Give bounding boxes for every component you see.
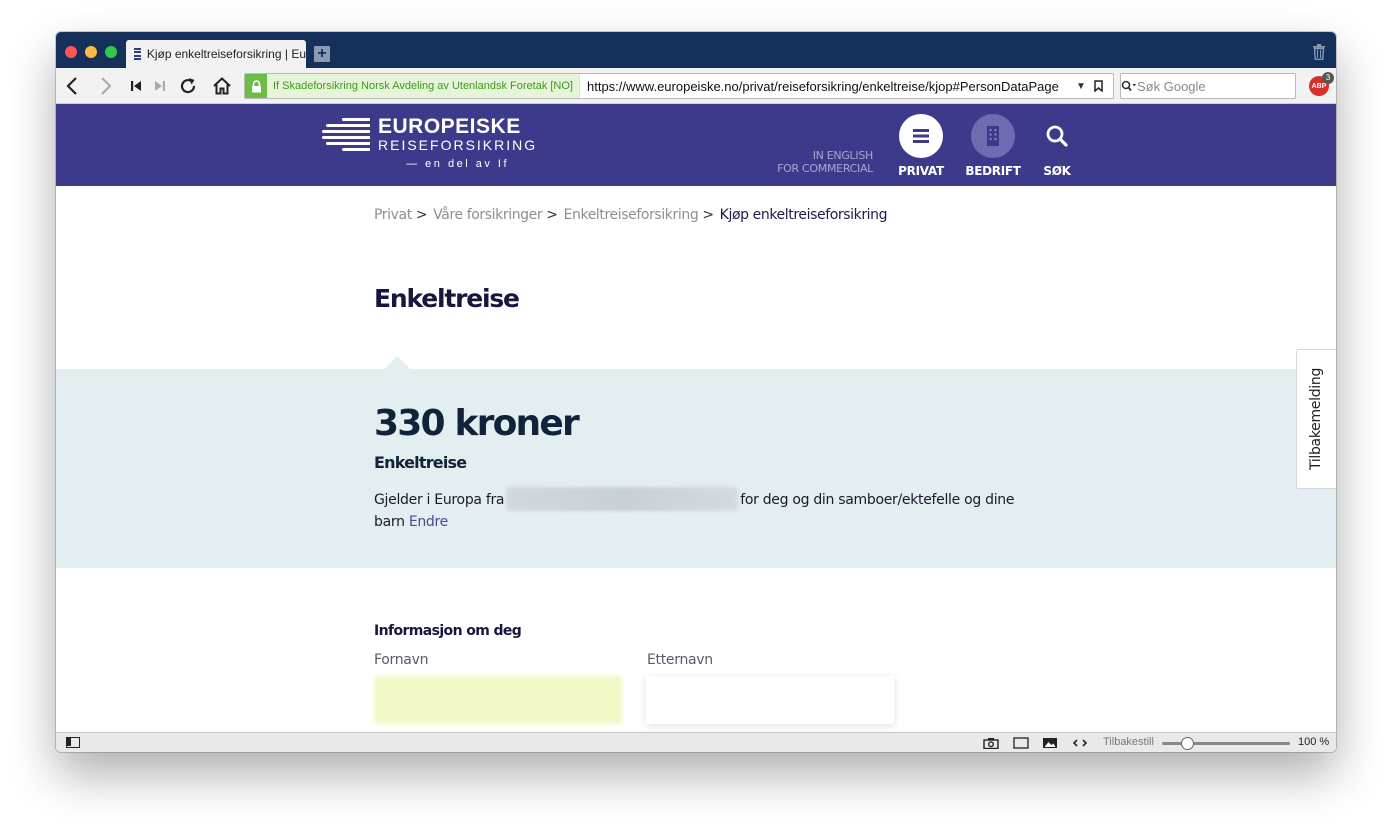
nav-sok[interactable]: SØK — [1027, 114, 1087, 178]
redacted-dates — [506, 487, 739, 511]
last-name-field[interactable] — [646, 676, 894, 724]
close-window-button[interactable] — [65, 46, 77, 58]
price-summary-pointer — [384, 356, 410, 369]
address-bar: If Skadeforsikring Norsk Avdeling av Ute… — [56, 68, 1336, 104]
zoom-level: 100 % — [1298, 736, 1330, 748]
status-bar: Tilbakestill 100 % — [56, 732, 1336, 752]
lock-icon — [245, 74, 267, 98]
forward-button[interactable] — [95, 75, 117, 97]
nav-bedrift[interactable]: BEDRIFT — [963, 114, 1023, 178]
image-icon[interactable] — [1042, 736, 1058, 749]
zoom-window-button[interactable] — [105, 46, 117, 58]
breadcrumb-vare-forsikringer[interactable]: Våre forsikringer — [433, 207, 543, 223]
url-dropdown-icon[interactable]: ▼ — [1073, 81, 1089, 92]
trash-icon[interactable] — [1312, 44, 1326, 61]
zoom-slider-thumb[interactable] — [1181, 737, 1195, 750]
panel-toggle-icon[interactable] — [66, 737, 80, 748]
search-engine-icon[interactable] — [1121, 80, 1137, 92]
nav-privat[interactable]: PRIVAT — [891, 114, 951, 178]
tab-title: Kjøp enkeltreiseforsikring | Eu — [146, 47, 306, 61]
zoom-slider[interactable] — [1162, 737, 1290, 750]
breadcrumb-privat[interactable]: Privat — [374, 207, 412, 223]
certificate-label[interactable]: If Skadeforsikring Norsk Avdeling av Ute… — [267, 74, 580, 98]
price-amount: 330 kroner — [374, 403, 580, 444]
logo-subtitle: REISEFORSIKRING — [378, 137, 538, 153]
site-header: EUROPEISKE REISEFORSIKRING — en del av I… — [56, 104, 1336, 186]
search-input[interactable] — [1137, 78, 1313, 94]
page-content: EUROPEISKE REISEFORSIKRING — en del av I… — [56, 104, 1336, 732]
nav-sok-label: SØK — [1043, 164, 1071, 178]
first-name-label: Fornavn — [374, 652, 429, 668]
rewind-button[interactable] — [125, 75, 147, 97]
fast-forward-button[interactable] — [149, 75, 171, 97]
breadcrumb-current: Kjøp enkeltreiseforsikring — [719, 207, 888, 223]
minimize-window-button[interactable] — [85, 46, 97, 58]
first-name-field[interactable] — [374, 676, 622, 724]
logo-text: EUROPEISKE REISEFORSIKRING — en del av I… — [378, 116, 537, 171]
window-icon[interactable] — [1013, 736, 1029, 749]
breadcrumb-separator: > — [546, 207, 558, 223]
logo-tagline: — en del av If — [406, 158, 509, 170]
coverage-text: Gjelder i Europa fra for deg og din sambo… — [374, 487, 1024, 533]
form-heading: Informasjon om deg — [374, 623, 522, 639]
nav-bedrift-label: BEDRIFT — [965, 164, 1021, 178]
english-link[interactable]: IN ENGLISH — [777, 149, 874, 162]
camera-icon[interactable] — [983, 736, 999, 749]
rewind-icon — [131, 81, 141, 91]
site-logo[interactable]: EUROPEISKE REISEFORSIKRING — en del av I… — [322, 116, 537, 171]
adblock-badge: 3 — [1322, 72, 1334, 84]
breadcrumb-enkeltreiseforsikring[interactable]: Enkeltreiseforsikring — [564, 207, 699, 223]
nav-privat-label: PRIVAT — [898, 164, 944, 178]
breadcrumb-separator: > — [415, 207, 428, 223]
feedback-label: Tilbakemelding — [1308, 367, 1325, 471]
home-icon — [213, 77, 231, 95]
chevron-right-icon — [101, 77, 112, 95]
url-text[interactable]: https://www.europeiske.no/privat/reisefo… — [580, 79, 1073, 94]
chevron-left-icon — [66, 77, 77, 95]
tab-active[interactable]: Kjøp enkeltreiseforsikring | Eu — [126, 40, 306, 68]
new-tab-button[interactable]: + — [314, 46, 330, 62]
feedback-tab[interactable]: Tilbakemelding — [1296, 349, 1336, 489]
home-button[interactable] — [211, 75, 233, 97]
europeiske-favicon-icon — [134, 48, 141, 60]
reload-icon — [180, 78, 196, 94]
change-link[interactable]: Endre — [409, 514, 448, 530]
search-icon — [1035, 114, 1079, 158]
fast-forward-icon — [155, 81, 165, 91]
building-icon — [971, 114, 1015, 158]
menu-icon — [899, 114, 943, 158]
logo-mark-icon — [322, 116, 370, 152]
tab-bar: Kjøp enkeltreiseforsikring | Eu + — [56, 32, 1336, 68]
logo-name: EUROPEISKE — [378, 115, 521, 138]
breadcrumb: Privat > Våre forsikringer > Enkeltreisefors… — [374, 207, 888, 223]
search-field[interactable]: ▼ — [1120, 73, 1323, 99]
alt-links: IN ENGLISH FOR COMMERCIAL — [777, 149, 873, 175]
price-product: Enkeltreise — [374, 453, 467, 472]
commercial-link[interactable]: FOR COMMERCIAL — [777, 162, 873, 175]
browser-window: Kjøp enkeltreiseforsikring | Eu + If Ska… — [56, 32, 1336, 752]
coverage-prefix: Gjelder i Europa fra — [374, 492, 505, 508]
url-field[interactable]: If Skadeforsikring Norsk Avdeling av Ute… — [244, 73, 1114, 99]
last-name-label: Etternavn — [647, 652, 713, 668]
back-button[interactable] — [61, 75, 83, 97]
price-summary: 330 kroner Enkeltreise Gjelder i Europa … — [56, 356, 1336, 568]
zoom-reset-button[interactable]: Tilbakestill — [1103, 736, 1154, 748]
breadcrumb-separator: > — [702, 207, 714, 223]
bookmark-icon[interactable] — [1089, 80, 1107, 92]
code-icon[interactable] — [1072, 736, 1088, 749]
reload-button[interactable] — [177, 75, 199, 97]
page-title: Enkeltreise — [374, 284, 520, 313]
